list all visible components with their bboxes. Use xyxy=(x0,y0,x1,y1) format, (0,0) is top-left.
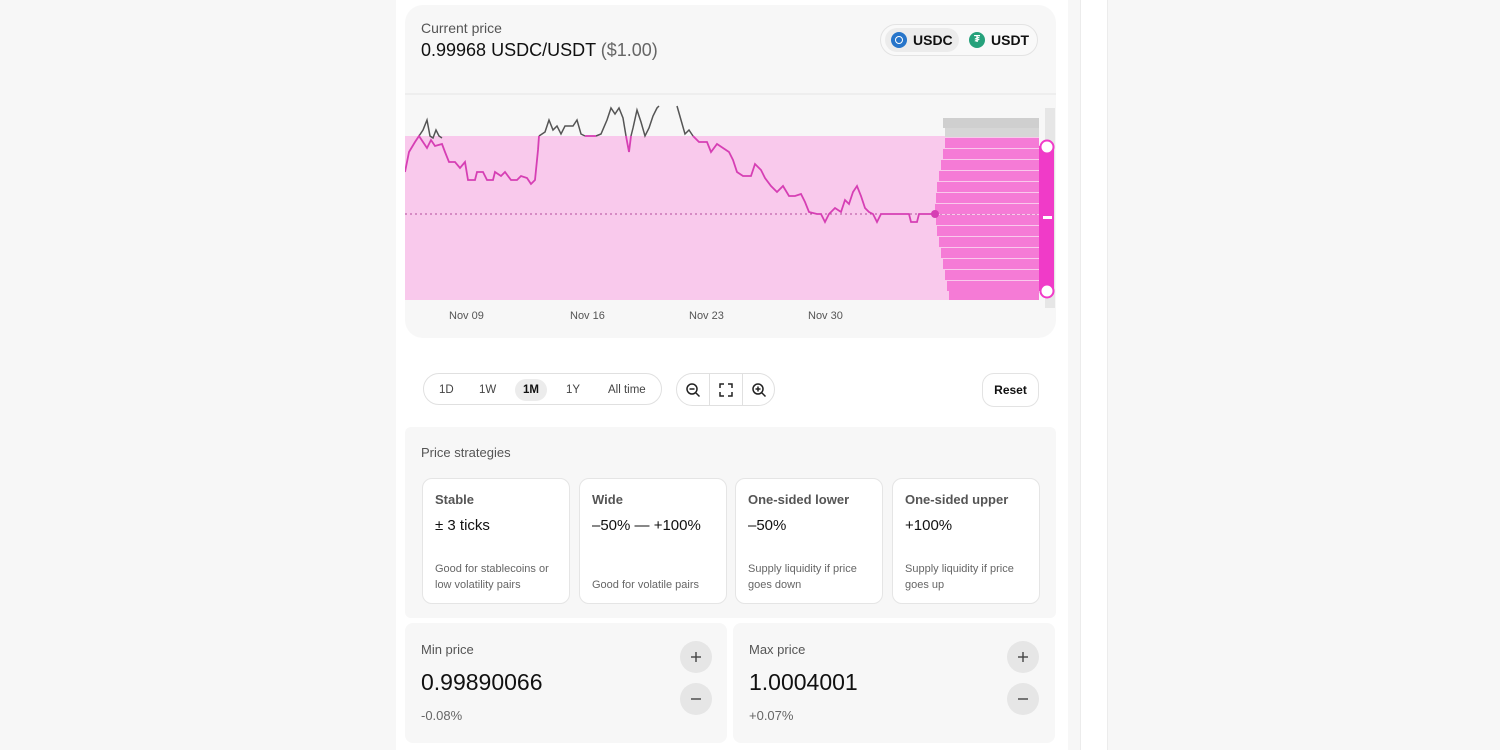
max-price-value[interactable]: 1.0004001 xyxy=(749,669,858,696)
liquidity-bar xyxy=(947,281,1039,291)
plus-icon xyxy=(1018,652,1028,662)
strategy-value: +100% xyxy=(905,517,953,534)
range-1w-button[interactable]: 1W xyxy=(471,379,504,401)
liquidity-bar xyxy=(935,204,1039,214)
strategy-name: One-sided upper xyxy=(905,492,1009,507)
min-price-label: Min price xyxy=(421,642,474,657)
liquidity-bar xyxy=(941,248,1039,258)
range-selector-grip[interactable] xyxy=(1043,216,1052,219)
strategy-description: Good for stablecoins or low volatility p… xyxy=(435,563,549,591)
min-price-increase-button[interactable] xyxy=(680,641,712,673)
liquidity-bar xyxy=(943,149,1039,159)
max-price-card: Max price 1.0004001 +0.07% xyxy=(733,623,1055,743)
min-price-decrease-button[interactable] xyxy=(680,683,712,715)
strategy-description: Supply liquidity if price goes up xyxy=(905,563,1014,591)
strategy-value: –50% xyxy=(748,517,787,534)
strategy-description: Supply liquidity if price goes down xyxy=(748,563,857,591)
liquidity-bar xyxy=(945,128,1039,137)
liquidity-bar xyxy=(937,226,1039,236)
x-tick-label: Nov 23 xyxy=(689,310,724,322)
zoom-controls xyxy=(676,373,775,406)
fit-screen-button[interactable] xyxy=(710,374,742,405)
right-edge-strip xyxy=(1080,0,1108,750)
liquidity-bar xyxy=(943,259,1039,269)
liquidity-bar xyxy=(936,215,1039,225)
usdt-icon: ₮ xyxy=(969,32,985,48)
current-price-value: 0.99968 USDC/USDT ($1.00) xyxy=(421,40,658,61)
liquidity-bar xyxy=(945,270,1039,280)
zoom-in-icon xyxy=(752,382,767,397)
min-range-handle[interactable] xyxy=(1039,283,1055,299)
max-price-label: Max price xyxy=(749,642,806,657)
range-1d-button[interactable]: 1D xyxy=(431,379,462,401)
price-line-above-range xyxy=(630,105,660,139)
current-price-label: Current price xyxy=(421,20,502,36)
liquidity-bar xyxy=(937,182,1039,192)
min-price-value[interactable]: 0.99890066 xyxy=(421,669,543,696)
strategy-wide-card[interactable]: Wide –50% — +100% Good for volatile pair… xyxy=(579,478,727,604)
max-price-percent: +0.07% xyxy=(749,708,794,723)
token-usdc-label: USDC xyxy=(913,32,953,48)
liquidity-bar xyxy=(939,171,1039,181)
max-range-handle[interactable] xyxy=(1039,139,1055,155)
liquidity-bar xyxy=(943,118,1039,128)
price-line-above-range xyxy=(595,106,627,137)
liquidity-bar xyxy=(939,237,1039,247)
strategy-name: Stable xyxy=(435,492,475,507)
x-tick-label: Nov 16 xyxy=(570,310,605,322)
liquidity-histogram xyxy=(935,118,1039,300)
liquidity-bar xyxy=(941,160,1039,170)
zoom-out-button[interactable] xyxy=(677,374,709,405)
price-line-above-range xyxy=(538,117,586,137)
max-price-decrease-button[interactable] xyxy=(1007,683,1039,715)
price-chart[interactable] xyxy=(405,90,1056,310)
min-price-percent: -0.08% xyxy=(421,708,463,723)
strategy-description: Good for volatile pairs xyxy=(592,579,699,591)
minus-icon xyxy=(691,698,701,700)
max-price-increase-button[interactable] xyxy=(1007,641,1039,673)
liquidity-bar xyxy=(945,138,1039,148)
token-toggle: USDC ₮ USDT xyxy=(880,24,1038,56)
current-price-pair: 0.99968 USDC/USDT xyxy=(421,40,596,60)
minus-icon xyxy=(1018,698,1028,700)
token-usdt-button[interactable]: ₮ USDT xyxy=(963,28,1035,52)
range-1y-button[interactable]: 1Y xyxy=(558,379,588,401)
strategy-name: Wide xyxy=(592,492,623,507)
price-strategies-title: Price strategies xyxy=(421,445,511,460)
strategy-value: ± 3 ticks xyxy=(435,517,490,534)
x-tick-label: Nov 09 xyxy=(449,310,484,322)
usdc-icon xyxy=(891,32,907,48)
reset-button[interactable]: Reset xyxy=(982,373,1039,407)
x-tick-label: Nov 30 xyxy=(808,310,843,322)
plus-icon xyxy=(691,652,701,662)
strategy-stable-card[interactable]: Stable ± 3 ticks Good for stablecoins or… xyxy=(422,478,570,604)
price-line-above-range xyxy=(418,117,443,140)
current-price-usd: ($1.00) xyxy=(600,40,658,60)
strategy-one-sided-upper-card[interactable]: One-sided upper +100% Supply liquidity i… xyxy=(892,478,1040,604)
range-all-time-button[interactable]: All time xyxy=(600,379,654,401)
zoom-out-icon xyxy=(686,382,701,397)
strategy-name: One-sided lower xyxy=(748,492,850,507)
liquidity-bar xyxy=(936,193,1039,203)
token-usdt-label: USDT xyxy=(991,32,1030,48)
range-1m-button[interactable]: 1M xyxy=(515,379,547,401)
strategy-value: –50% — +100% xyxy=(592,517,701,534)
liquidity-bar xyxy=(949,291,1039,300)
token-usdc-button[interactable]: USDC xyxy=(885,28,959,52)
current-price-marker xyxy=(931,210,939,218)
price-line-above-range xyxy=(676,105,694,137)
fit-screen-icon xyxy=(719,382,733,397)
zoom-in-button[interactable] xyxy=(743,374,775,405)
min-price-card: Min price 0.99890066 -0.08% xyxy=(405,623,727,743)
strategy-one-sided-lower-card[interactable]: One-sided lower –50% Supply liquidity if… xyxy=(735,478,883,604)
time-range-selector: 1D 1W 1M 1Y All time xyxy=(423,373,662,405)
